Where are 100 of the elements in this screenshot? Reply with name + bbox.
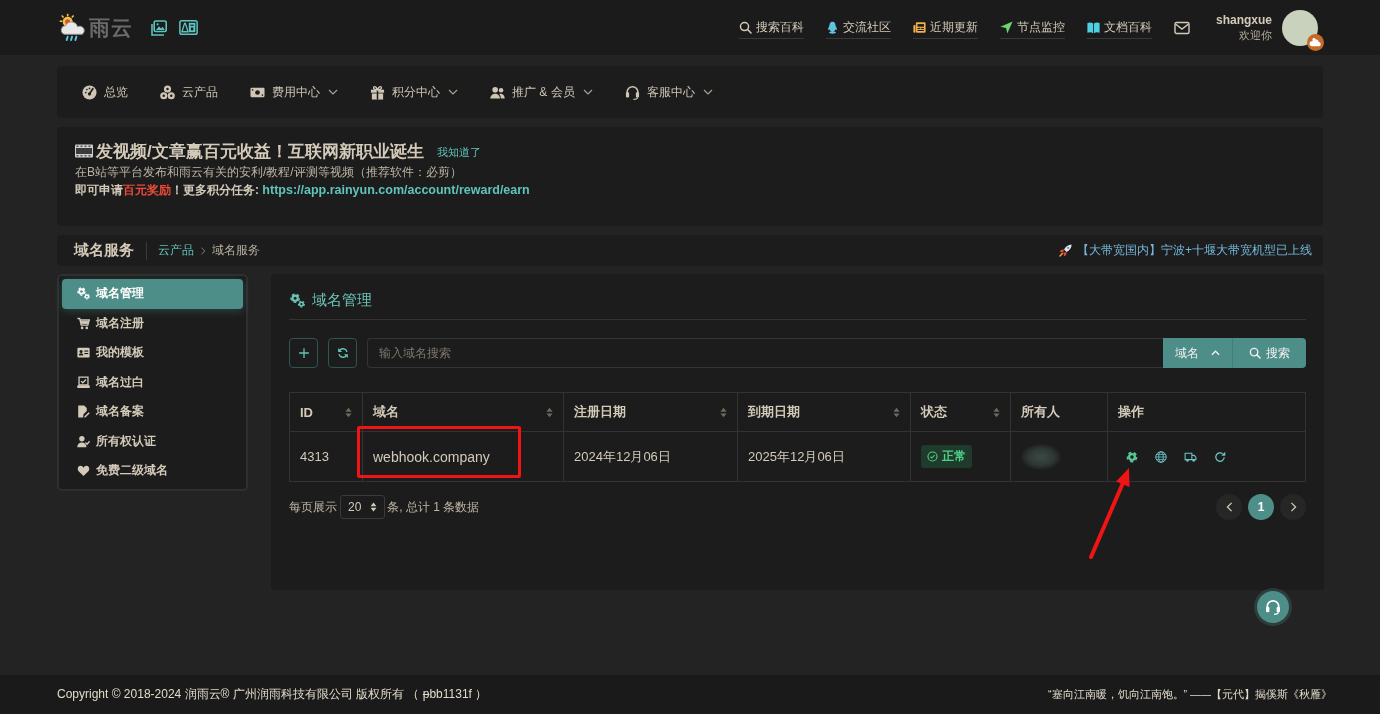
previous-page-button[interactable] — [1216, 494, 1242, 520]
page-title: 域名服务 — [74, 241, 134, 260]
promo-description: 在B站等平台发布和雨云有关的安利/教程/评测等视频（推荐软件：必剪） — [75, 164, 463, 181]
penguin-icon — [826, 20, 839, 34]
greeting-text: 欢迎你 — [1239, 27, 1272, 43]
column-header: 注册日期 — [574, 403, 626, 421]
sidebar-item[interactable]: 域名备案 — [62, 397, 243, 427]
page-button[interactable]: 1 — [1248, 494, 1274, 520]
column-header: 状态 — [921, 403, 947, 421]
translate-icon[interactable] — [179, 20, 198, 35]
nav-link[interactable]: 节点监控 — [1000, 16, 1065, 39]
nav-link[interactable]: 搜索百科 — [739, 16, 804, 39]
chevron-left-icon — [1225, 502, 1233, 512]
menu-item[interactable]: 费用中心 — [250, 83, 338, 101]
menu-item[interactable]: 云产品 — [160, 83, 218, 101]
gift-icon — [370, 84, 385, 100]
chevron-up-icon — [1211, 350, 1220, 356]
column-header: 到期日期 — [748, 403, 800, 421]
image-icon[interactable] — [151, 19, 167, 36]
column-header: 所有人 — [1021, 403, 1060, 421]
mail-icon[interactable] — [1174, 19, 1190, 36]
reward-link[interactable]: https://app.rainyun.com/account/reward/earn — [262, 183, 530, 197]
chevron-right-icon — [1289, 502, 1297, 512]
chevron-right-icon — [199, 246, 207, 255]
globe-icon[interactable] — [1155, 450, 1167, 463]
user-name: shangxue — [1216, 12, 1272, 28]
menu-item[interactable]: 积分中心 — [370, 83, 458, 101]
circles-icon — [160, 84, 175, 100]
users-icon — [490, 84, 505, 100]
sort-icon[interactable] — [546, 406, 553, 418]
location-arrow-icon — [1000, 20, 1013, 34]
notice-link[interactable]: 【大带宽国内】宁波+十堰大带宽机型已上线 — [1059, 242, 1312, 259]
copyright-text: Copyright © 2018-2024 润雨云® 广州润雨科技有限公司 版权所有 （ ᵽbb1131f ） — [57, 686, 488, 703]
filter-dropdown[interactable]: 域名 — [1163, 338, 1233, 368]
sync-icon — [336, 347, 349, 359]
gauge-icon — [82, 84, 97, 100]
panel-title: 域名管理 — [312, 291, 372, 310]
column-header: 域名 — [373, 403, 399, 421]
dismiss-link[interactable]: 我知道了 — [436, 142, 481, 160]
sort-icon[interactable] — [893, 406, 900, 418]
film-strip-icon — [75, 144, 93, 158]
rocket-icon — [1059, 244, 1072, 257]
column-header: 操作 — [1118, 403, 1144, 421]
support-button[interactable] — [1257, 591, 1289, 623]
expiry-date: 2025年12月06日 — [748, 448, 845, 464]
headset-icon — [624, 84, 640, 100]
record-id: 4313 — [300, 449, 329, 464]
domain-name[interactable]: webhook.company — [373, 448, 490, 465]
plus-icon — [297, 347, 310, 359]
status-badge: 正常 — [921, 445, 972, 468]
file-pen-icon — [77, 405, 90, 419]
registration-date: 2024年12月06日 — [574, 448, 671, 464]
page-size-select[interactable]: 20 — [340, 495, 386, 519]
sidebar-item[interactable]: 免费二级域名 — [62, 456, 243, 486]
add-button[interactable] — [289, 338, 318, 368]
sidebar-item[interactable]: 域名注册 — [62, 308, 243, 338]
book-icon — [1087, 20, 1100, 34]
cart-icon — [77, 316, 90, 330]
refresh-button[interactable] — [328, 338, 357, 368]
sun-cloud-rain-icon[interactable] — [57, 13, 88, 42]
sort-icon[interactable] — [993, 406, 1000, 418]
sidebar-item[interactable]: 我的模板 — [62, 338, 243, 368]
search-icon — [739, 20, 752, 34]
sidebar-item[interactable]: 所有权认证 — [62, 426, 243, 456]
next-page-button[interactable] — [1280, 494, 1306, 520]
settings-icon[interactable] — [1126, 450, 1138, 463]
page-size-label: 每页展示 — [289, 498, 337, 516]
user-check-icon — [77, 434, 90, 448]
column-header: ID — [300, 404, 313, 420]
promo-title: 发视频/文章赢百元收益！互联网新职业诞生 — [96, 140, 424, 163]
sort-icon[interactable] — [345, 406, 352, 418]
sidebar-item[interactable]: 域名过白 — [62, 367, 243, 397]
sidebar-item[interactable]: 域名管理 — [62, 279, 243, 309]
nav-link[interactable]: 近期更新 — [913, 16, 978, 39]
reward-notice: 即可申请百元奖励！更多积分任务: https://app.rainyun.com/account/reward/earn — [75, 182, 531, 199]
refresh-icon[interactable] — [1214, 450, 1226, 463]
breadcrumb-link[interactable]: 云产品 — [158, 242, 194, 259]
nav-link[interactable]: 文档百科 — [1087, 16, 1152, 39]
menu-item[interactable]: 推广 & 会员 — [490, 83, 593, 101]
menu-item[interactable]: 客服中心 — [624, 83, 713, 101]
quote-text: “塞向江南暖，饥向江南饱。” ——【元代】揭傒斯《秋雁》 — [1048, 687, 1332, 702]
sort-icon — [370, 502, 378, 512]
newspaper-icon — [913, 20, 926, 34]
laptop-check-icon — [77, 375, 90, 389]
check-circle-icon — [927, 451, 938, 462]
total-count: 条, 总计 1 条数据 — [387, 498, 480, 516]
avatar[interactable] — [1282, 9, 1318, 46]
search-icon — [1249, 347, 1261, 359]
breadcrumb-current: 域名服务 — [212, 242, 260, 259]
heart-icon — [77, 464, 90, 478]
headset-icon — [1265, 599, 1281, 615]
cloud-badge-icon — [1307, 33, 1324, 51]
id-card-icon — [77, 346, 90, 360]
search-field[interactable]: 输入域名搜索 — [367, 338, 1163, 368]
nav-link[interactable]: 交流社区 — [826, 16, 891, 39]
menu-item[interactable]: 总览 — [82, 83, 128, 101]
cogs-icon — [289, 293, 306, 308]
sort-icon[interactable] — [720, 406, 727, 418]
truck-icon[interactable] — [1184, 450, 1197, 463]
cogs-icon — [77, 287, 90, 301]
